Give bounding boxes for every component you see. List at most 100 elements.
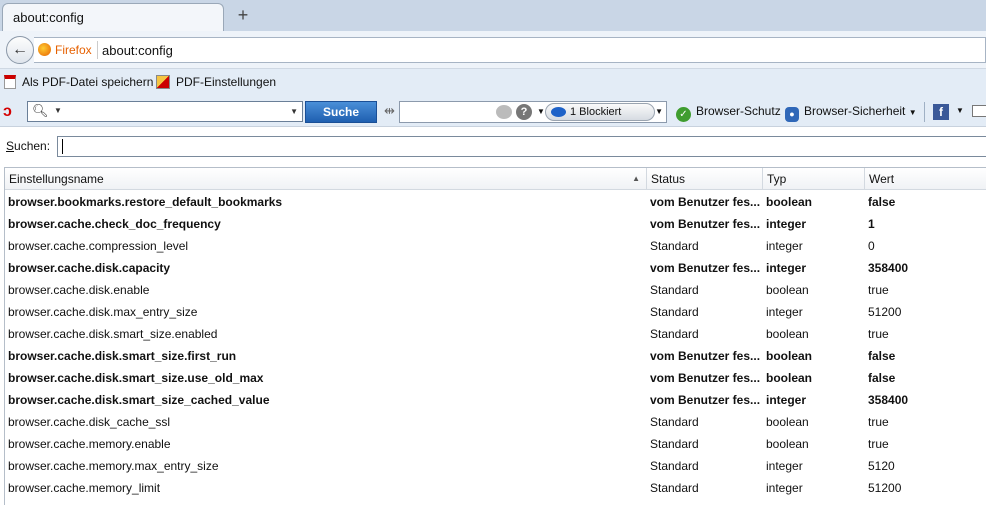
pref-name-cell: browser.cache.disk.smart_size.use_old_ma… — [8, 371, 264, 385]
pref-value-cell: false — [868, 349, 896, 363]
facebook-icon[interactable]: f — [933, 104, 949, 120]
mail-icon[interactable] — [972, 105, 986, 117]
new-tab-button[interactable]: + — [232, 4, 254, 26]
pref-name-cell: browser.cache.disk.enable — [8, 283, 150, 297]
pref-name-cell: browser.cache.disk.smart_size_cached_val… — [8, 393, 270, 407]
pdf-file-icon — [4, 75, 16, 89]
pref-type-cell: boolean — [766, 371, 813, 385]
browser-schutz-label: Browser-Schutz — [696, 104, 781, 118]
column-header-status[interactable]: Status — [647, 168, 763, 190]
browser-sicherheit-label: Browser-Sicherheit — [804, 104, 906, 118]
search-history-dropdown-icon[interactable]: ▼ — [290, 107, 298, 116]
table-row[interactable]: browser.cache.disk.capacity vom Benutzer … — [5, 257, 986, 279]
tab-about-config[interactable]: about:config — [2, 3, 224, 31]
preferences-table: Einstellungsname ▲ Status Typ Wert brows… — [4, 167, 986, 505]
facebook-dropdown-icon[interactable]: ▼ — [956, 106, 964, 115]
pref-status-cell: Standard — [650, 437, 699, 451]
column-header-wert[interactable]: Wert — [865, 168, 986, 190]
save-as-pdf-label: Als PDF-Datei speichern — [22, 75, 154, 89]
chevron-down-icon: ▼ — [908, 108, 917, 117]
table-row[interactable]: browser.cache.disk.smart_size.first_run v… — [5, 345, 986, 367]
avira-logo-icon[interactable]: ɔ — [3, 103, 23, 121]
pref-value-cell: 51200 — [868, 305, 902, 319]
pref-name-cell: browser.bookmarks.restore_default_bookma… — [8, 195, 283, 209]
pref-value-cell: 1 — [868, 217, 875, 231]
column-header-name[interactable]: Einstellungsname ▲ — [5, 168, 647, 190]
table-row[interactable]: browser.cache.check_doc_frequency vom Ben… — [5, 213, 986, 235]
table-row[interactable]: browser.cache.memory_limit Standard intege… — [5, 477, 986, 499]
table-row[interactable]: browser.bookmarks.restore_default_bookma… — [5, 191, 986, 213]
column-header-typ[interactable]: Typ — [763, 168, 865, 190]
pref-value-cell: 358400 — [868, 261, 909, 275]
pref-type-cell: boolean — [766, 415, 809, 429]
tracking-icon[interactable] — [496, 105, 512, 119]
url-text[interactable]: about:config — [102, 43, 173, 58]
pref-name-cell: browser.cache.compression_level — [8, 239, 189, 253]
pref-status-cell: Standard — [650, 305, 699, 319]
pref-type-cell: boolean — [766, 195, 813, 209]
pref-value-cell: 0 — [868, 239, 875, 253]
table-row[interactable]: browser.cache.disk.smart_size.enabled Sta… — [5, 323, 986, 345]
toolbar-divider — [924, 102, 925, 122]
pref-name-cell: browser.cache.disk.max_entry_size — [8, 305, 198, 319]
pref-type-cell: boolean — [766, 283, 809, 297]
table-row[interactable]: browser.cache.disk.max_entry_size Standar… — [5, 301, 986, 323]
table-row[interactable]: browser.cache.disk.smart_size_cached_val… — [5, 389, 986, 411]
pref-type-cell: boolean — [766, 327, 809, 341]
firefox-icon — [38, 43, 51, 56]
pref-value-cell: 358400 — [868, 393, 909, 407]
pref-status-cell: Standard — [650, 415, 699, 429]
blocked-dropdown-icon[interactable]: ▼ — [655, 107, 663, 116]
site-identity[interactable]: Firefox — [38, 43, 92, 57]
table-row[interactable]: browser.cache.memory.max_entry_size Stand… — [5, 455, 986, 477]
browser-schutz-button[interactable]: ✓ Browser-Schutz — [676, 104, 781, 122]
pref-name-cell: browser.cache.check_doc_frequency — [8, 217, 221, 231]
text-caret — [62, 139, 63, 154]
pref-name-cell: browser.cache.disk.smart_size.enabled — [8, 327, 218, 341]
pref-value-cell: 51200 — [868, 481, 902, 495]
pref-name-cell: browser.cache.memory.enable — [8, 437, 171, 451]
pref-value-cell: true — [868, 415, 889, 429]
toolbar-resize-handle-icon[interactable]: ⇹ — [384, 103, 395, 119]
avira-search-input[interactable]: 🔍︎ ▼ ▼ — [27, 101, 303, 122]
lock-icon: ● — [785, 107, 799, 122]
eye-icon — [551, 107, 566, 117]
column-header-name-label: Einstellungsname — [9, 172, 104, 186]
pref-type-cell: boolean — [766, 437, 809, 451]
back-button[interactable]: ← — [6, 36, 34, 64]
help-icon[interactable]: ? — [516, 104, 532, 120]
pref-type-cell: integer — [766, 217, 807, 231]
config-search-row: Suchen: — [0, 127, 986, 165]
help-dropdown-icon[interactable]: ▼ — [537, 107, 545, 116]
table-row[interactable]: browser.cache.disk.enable Standard boolean… — [5, 279, 986, 301]
pref-value-cell: true — [868, 283, 889, 297]
save-as-pdf-button[interactable]: Als PDF-Datei speichern — [4, 75, 153, 89]
search-engine-dropdown-icon[interactable]: ▼ — [54, 106, 62, 115]
browser-sicherheit-button[interactable]: ● Browser-Sicherheit ▼ — [785, 104, 917, 122]
back-arrow-icon: ← — [12, 41, 28, 58]
table-row[interactable]: browser.cache.memory.enable Standard boole… — [5, 433, 986, 455]
pref-type-cell: integer — [766, 239, 803, 253]
pref-status-cell: vom Benutzer fes... — [650, 371, 761, 385]
pref-name-cell: browser.cache.memory.max_entry_size — [8, 459, 219, 473]
config-search-input[interactable] — [57, 136, 986, 157]
table-row[interactable]: browser.cache.disk.smart_size.use_old_ma… — [5, 367, 986, 389]
navigation-bar: ← Firefox about:config — [0, 31, 986, 69]
pref-value-cell: false — [868, 195, 896, 209]
pref-type-cell: integer — [766, 481, 803, 495]
tab-title: about:config — [13, 10, 84, 25]
search-label-accesskey: S — [6, 139, 15, 153]
pref-name-cell: browser.cache.memory_limit — [8, 481, 161, 495]
table-row[interactable]: browser.cache.compression_level Standard i… — [5, 235, 986, 257]
blocked-trackers-button[interactable]: 1 Blockiert — [545, 103, 655, 121]
pref-type-cell: integer — [766, 261, 807, 275]
search-label: Suchen: — [6, 139, 50, 153]
blocked-count-label: 1 Blockiert — [570, 106, 622, 118]
avira-search-button[interactable]: Suche — [305, 101, 377, 123]
tab-strip: about:config + — [0, 0, 986, 31]
pdf-settings-button[interactable]: PDF-Einstellungen — [156, 75, 276, 89]
table-row[interactable]: browser.cache.disk_cache_ssl Standard bool… — [5, 411, 986, 433]
url-bar[interactable]: Firefox about:config — [34, 37, 986, 63]
pref-status-cell: vom Benutzer fes... — [650, 349, 761, 363]
pref-value-cell: false — [868, 371, 896, 385]
